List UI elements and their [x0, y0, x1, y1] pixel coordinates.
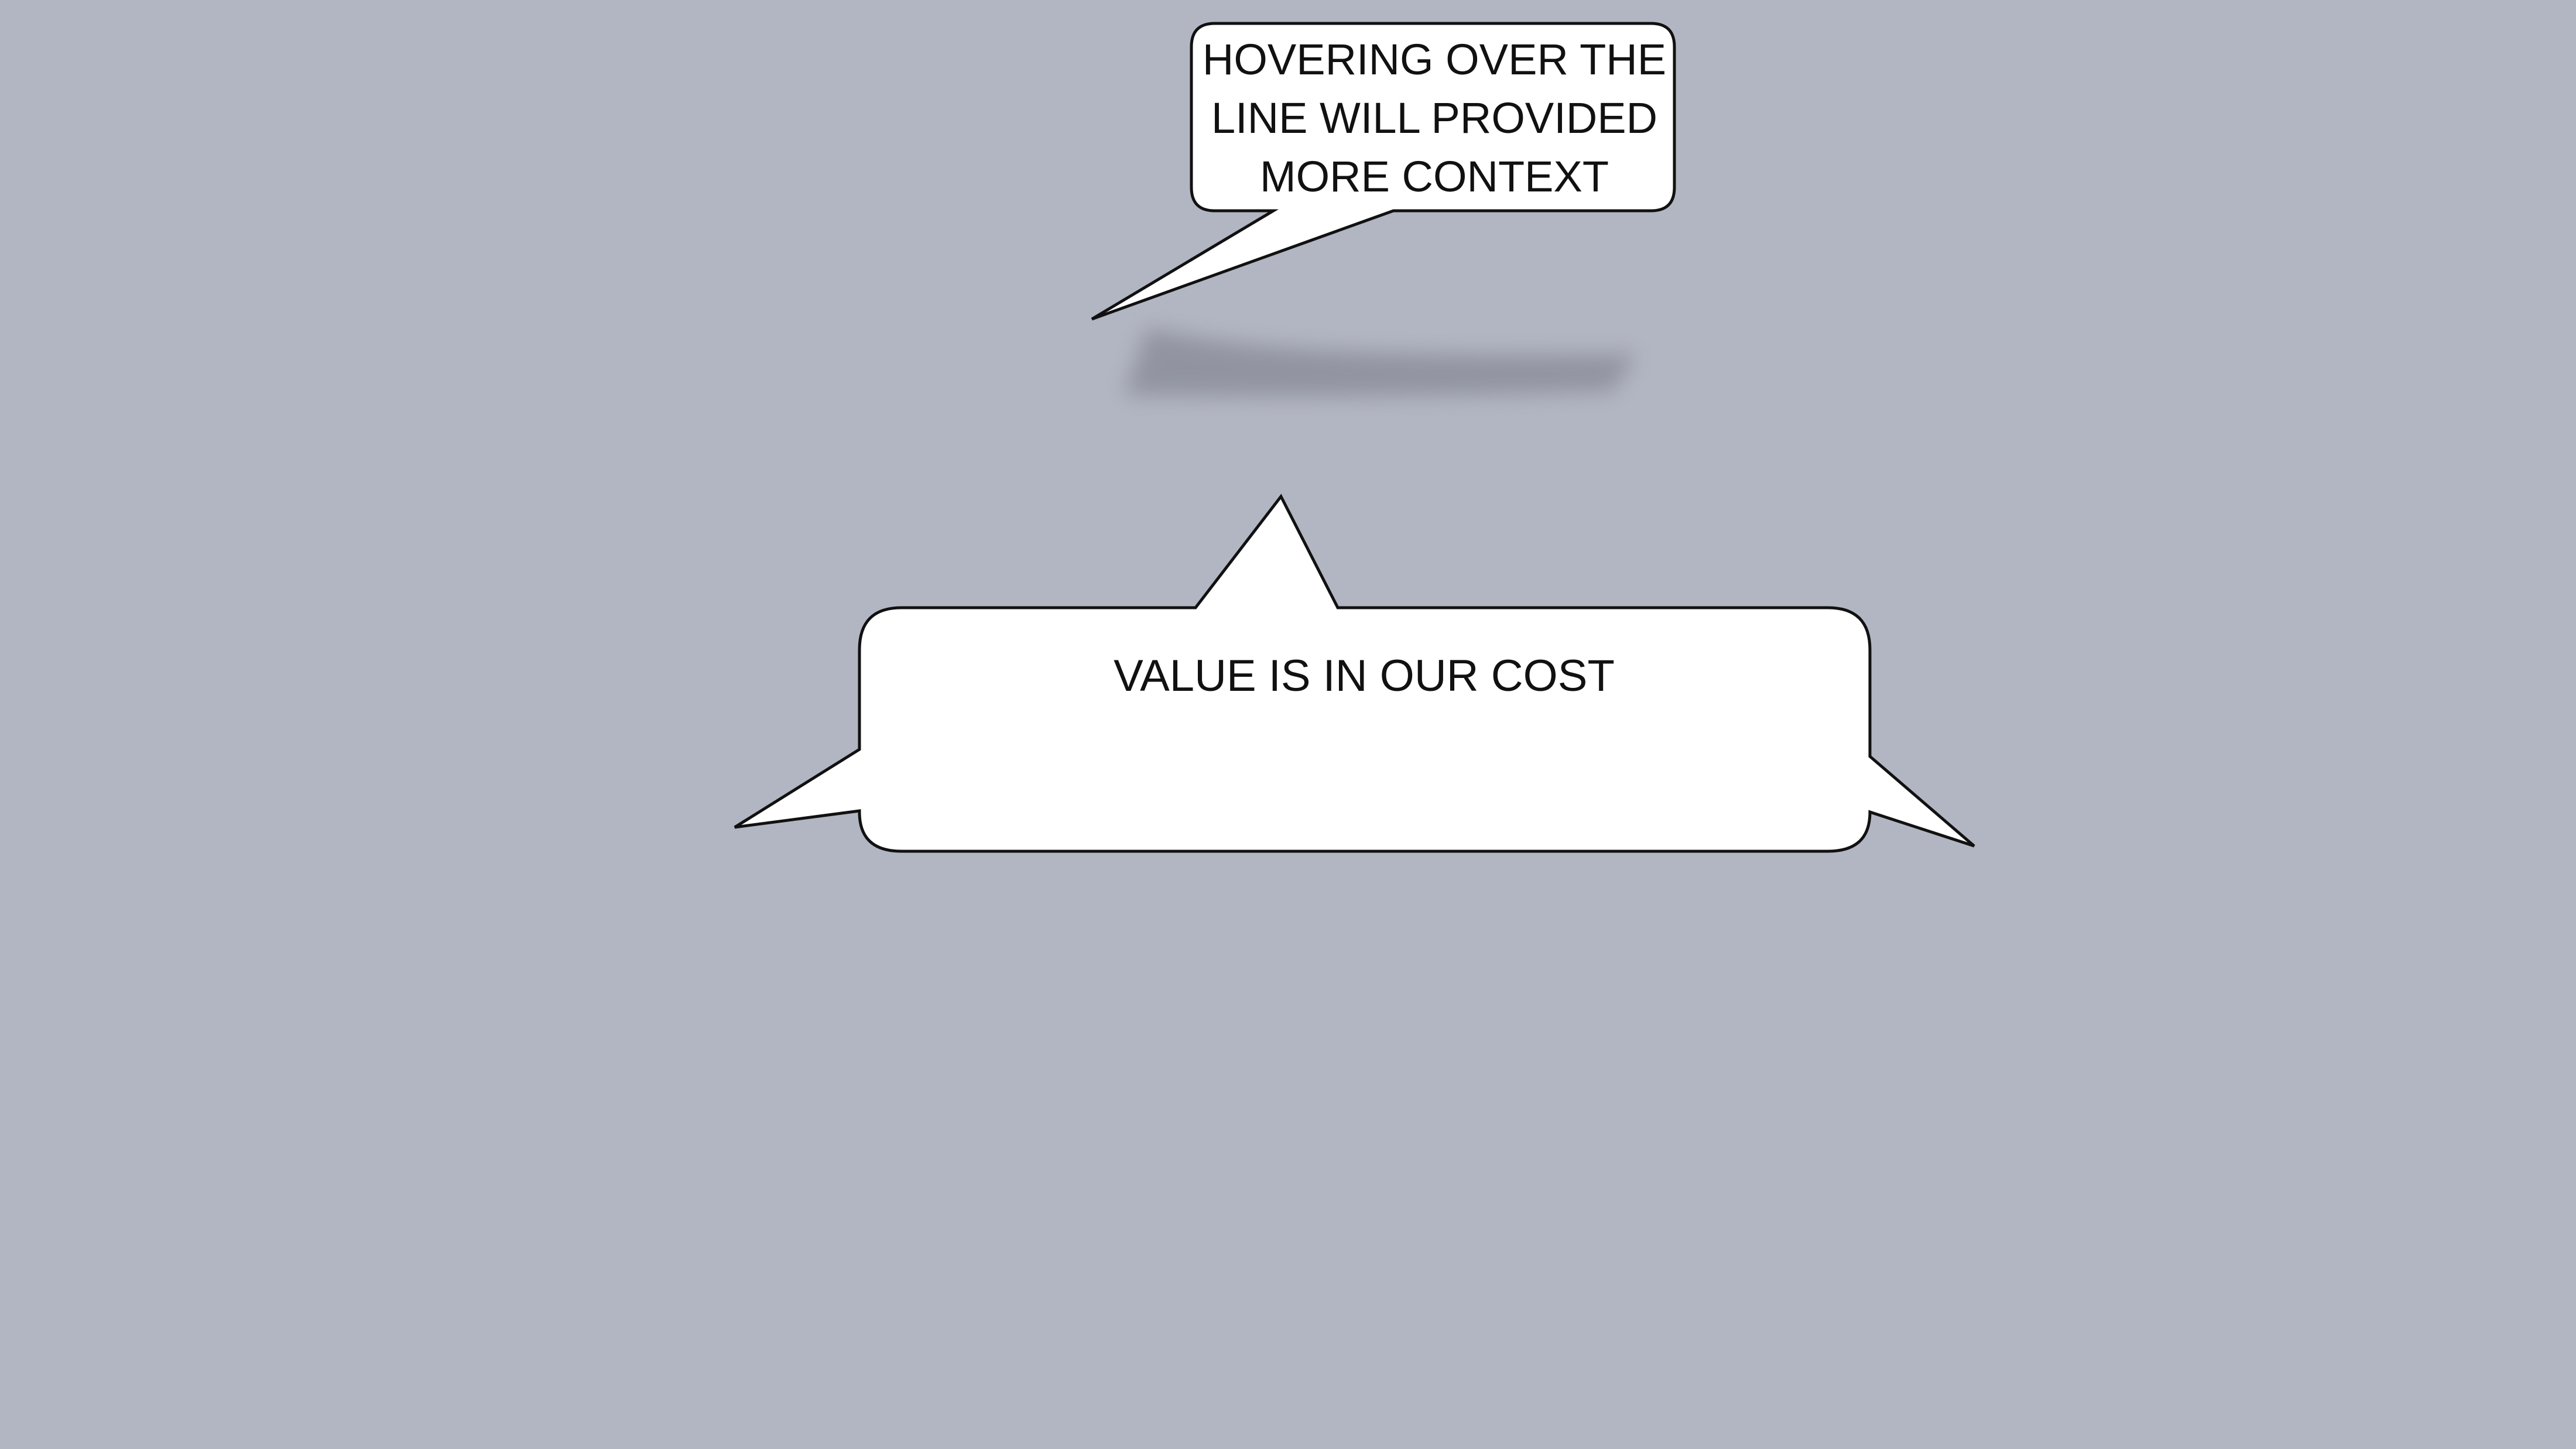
hover-line-shadow	[1124, 328, 1636, 396]
value-cost-callout-text: VALUE IS IN OUR COST	[1114, 651, 1615, 701]
callout-canvas: HOVERING OVER THE LINE WILL PROVIDED MOR…	[0, 0, 2576, 1449]
top-context-callout-text: HOVERING OVER THE LINE WILL PROVIDED MOR…	[1202, 35, 1667, 201]
callout-diagram	[734, 22, 1975, 853]
